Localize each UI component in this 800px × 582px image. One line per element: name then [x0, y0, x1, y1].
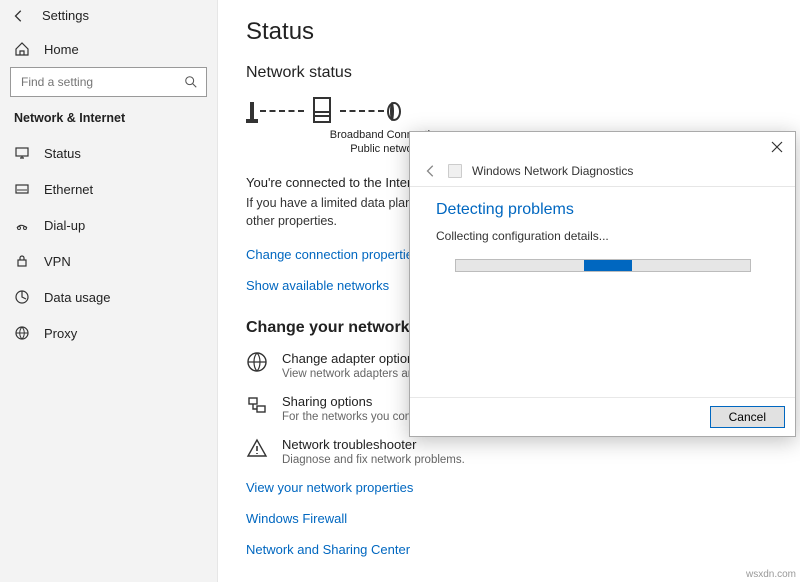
sidebar-item-status[interactable]: Status: [0, 135, 217, 171]
proxy-icon: [14, 325, 30, 341]
sharing-icon: [246, 394, 268, 416]
settings-window: Settings Home Network & Internet Status: [0, 0, 800, 582]
progress-indicator: [584, 260, 632, 271]
option-title: Network troubleshooter: [282, 437, 465, 452]
sidebar-item-label: Ethernet: [44, 182, 93, 197]
sidebar-item-label: Data usage: [44, 290, 111, 305]
dialog-back-icon[interactable]: [424, 164, 438, 178]
network-diagnostics-dialog: Windows Network Diagnostics Detecting pr…: [409, 131, 796, 437]
dialog-body: Detecting problems Collecting configurat…: [410, 187, 795, 397]
sidebar-home[interactable]: Home: [0, 29, 217, 67]
dialog-app-icon: [448, 164, 462, 178]
search-container: [0, 67, 217, 107]
network-status-heading: Network status: [246, 64, 772, 82]
home-label: Home: [44, 42, 79, 57]
cancel-button[interactable]: Cancel: [710, 406, 785, 428]
link-view-network-properties[interactable]: View your network properties: [246, 480, 772, 495]
connection-line-icon: [340, 110, 384, 112]
dialog-footer: Cancel: [410, 397, 795, 436]
warning-icon: [246, 437, 268, 459]
home-icon: [14, 41, 30, 57]
sidebar-item-label: Dial-up: [44, 218, 85, 233]
sidebar-item-label: Proxy: [44, 326, 77, 341]
dialog-header: Windows Network Diagnostics: [410, 162, 795, 187]
sidebar-item-datausage[interactable]: Data usage: [0, 279, 217, 315]
close-icon[interactable]: [765, 137, 789, 157]
sidebar-item-label: VPN: [44, 254, 71, 269]
dialog-step: Detecting problems: [436, 201, 769, 219]
sidebar-item-proxy[interactable]: Proxy: [0, 315, 217, 351]
sidebar-item-label: Status: [44, 146, 81, 161]
back-icon[interactable]: [12, 9, 26, 23]
search-box[interactable]: [10, 67, 207, 97]
adapter-icon: [246, 351, 268, 373]
dialog-titlebar: [410, 132, 795, 162]
datausage-icon: [14, 289, 30, 305]
router-icon: [310, 96, 334, 126]
sidebar-item-ethernet[interactable]: Ethernet: [0, 171, 217, 207]
dialog-app-title: Windows Network Diagnostics: [472, 164, 633, 178]
option-troubleshooter[interactable]: Network troubleshooter Diagnose and fix …: [246, 437, 772, 466]
sidebar-nav: Status Ethernet Dial-up VPN Data usage P…: [0, 135, 217, 351]
sidebar: Settings Home Network & Internet Status: [0, 0, 218, 582]
page-title: Status: [246, 18, 772, 46]
search-icon: [184, 75, 198, 89]
vpn-icon: [14, 253, 30, 269]
progress-bar: [455, 259, 751, 272]
option-desc: Diagnose and fix network problems.: [282, 454, 465, 466]
network-diagram: [246, 92, 772, 126]
dialup-icon: [14, 217, 30, 233]
globe-icon: [390, 104, 394, 119]
watermark: wsxdn.com: [746, 569, 796, 580]
link-network-sharing-center[interactable]: Network and Sharing Center: [246, 542, 772, 557]
connection-line-icon: [260, 110, 304, 112]
status-icon: [14, 145, 30, 161]
sidebar-item-vpn[interactable]: VPN: [0, 243, 217, 279]
ethernet-icon: [14, 181, 30, 197]
device-icon: [250, 104, 254, 119]
dialog-substep: Collecting configuration details...: [436, 229, 769, 243]
sidebar-section-label: Network & Internet: [0, 107, 217, 135]
link-windows-firewall[interactable]: Windows Firewall: [246, 511, 772, 526]
search-input[interactable]: [19, 74, 184, 90]
window-title: Settings: [42, 8, 89, 23]
sidebar-header: Settings: [0, 0, 217, 29]
sidebar-item-dialup[interactable]: Dial-up: [0, 207, 217, 243]
